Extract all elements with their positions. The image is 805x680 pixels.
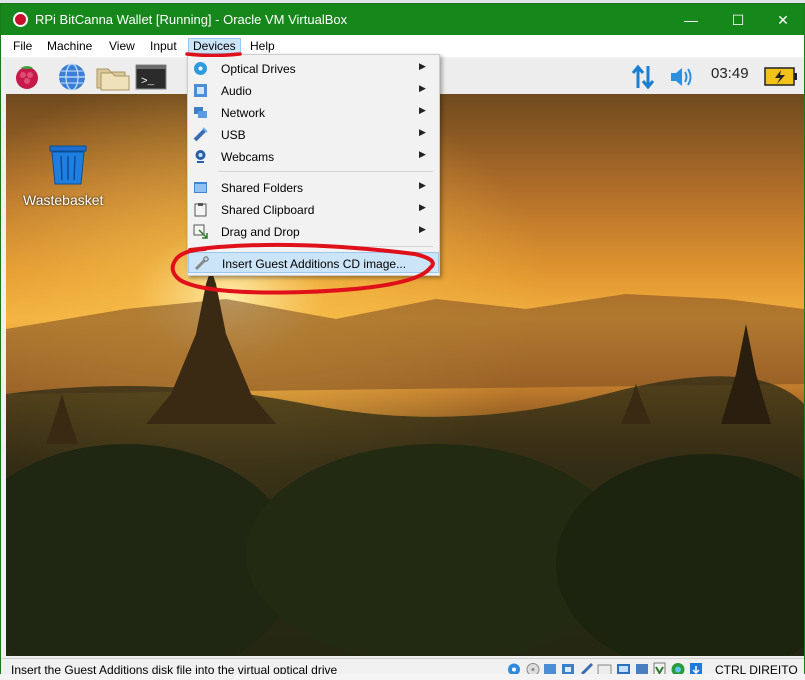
power-warning-icon[interactable] bbox=[764, 66, 798, 88]
terminal-icon[interactable]: >_ bbox=[135, 62, 167, 92]
menu-machine[interactable]: Machine bbox=[42, 38, 97, 54]
raspberry-menu-icon[interactable] bbox=[12, 62, 42, 92]
host-background-bottom bbox=[0, 674, 805, 680]
virtualbox-app-icon bbox=[13, 12, 28, 27]
webcam-icon bbox=[195, 150, 206, 163]
cd-insert-icon bbox=[194, 256, 209, 271]
optical-drive-icon bbox=[194, 62, 207, 75]
menu-item-drag-and-drop[interactable]: Drag and Drop ▶ bbox=[188, 221, 439, 242]
submenu-arrow-icon: ▶ bbox=[419, 180, 426, 190]
menu-item-shared-clipboard[interactable]: Shared Clipboard ▶ bbox=[188, 199, 439, 220]
devices-menu: Optical Drives ▶ Audio ▶ Network ▶ USB ▶… bbox=[187, 54, 440, 276]
menu-item-network[interactable]: Network ▶ bbox=[188, 102, 439, 123]
submenu-arrow-icon: ▶ bbox=[419, 202, 426, 212]
menu-item-audio[interactable]: Audio ▶ bbox=[188, 80, 439, 101]
menu-item-label: Shared Folders bbox=[221, 181, 304, 195]
menu-item-label: Insert Guest Additions CD image... bbox=[222, 257, 407, 271]
annotation-underline bbox=[185, 52, 242, 57]
menu-separator bbox=[218, 171, 433, 172]
audio-icon bbox=[194, 84, 207, 97]
maximize-button[interactable]: ☐ bbox=[718, 8, 758, 32]
clipboard-icon bbox=[194, 203, 207, 217]
shared-folder-icon bbox=[194, 182, 207, 193]
menu-item-label: Drag and Drop bbox=[221, 225, 300, 239]
menu-item-optical-drives[interactable]: Optical Drives ▶ bbox=[188, 58, 439, 79]
terminal-prompt-glyph: >_ bbox=[141, 76, 155, 88]
menu-file[interactable]: File bbox=[8, 38, 37, 54]
network-icon bbox=[194, 107, 207, 118]
menu-item-label: Optical Drives bbox=[221, 62, 296, 76]
usb-icon bbox=[193, 127, 208, 142]
menu-item-label: Audio bbox=[221, 84, 252, 98]
menu-separator bbox=[218, 246, 433, 247]
drag-drop-icon bbox=[193, 224, 208, 239]
file-manager-icon[interactable] bbox=[95, 62, 131, 92]
submenu-arrow-icon: ▶ bbox=[419, 224, 426, 234]
submenu-arrow-icon: ▶ bbox=[419, 83, 426, 93]
window-title: RPi BitCanna Wallet [Running] - Oracle V… bbox=[35, 12, 348, 27]
close-button[interactable]: ✕ bbox=[763, 8, 803, 32]
menu-item-label: Network bbox=[221, 106, 266, 120]
menu-item-webcams[interactable]: Webcams ▶ bbox=[188, 146, 439, 167]
menu-view[interactable]: View bbox=[104, 38, 140, 54]
volume-icon[interactable] bbox=[667, 62, 697, 92]
menu-item-shared-folders[interactable]: Shared Folders ▶ bbox=[188, 177, 439, 198]
minimize-button[interactable]: — bbox=[671, 8, 711, 32]
menu-item-label: Webcams bbox=[221, 150, 275, 164]
menu-item-label: Shared Clipboard bbox=[221, 203, 315, 217]
menu-item-insert-guest-additions[interactable]: Insert Guest Additions CD image... bbox=[188, 252, 439, 273]
display-status-icon[interactable] bbox=[617, 664, 630, 674]
submenu-arrow-icon: ▶ bbox=[419, 127, 426, 137]
menu-item-usb[interactable]: USB ▶ bbox=[188, 124, 439, 145]
submenu-arrow-icon: ▶ bbox=[419, 105, 426, 115]
network-transfer-icon[interactable] bbox=[630, 62, 656, 92]
submenu-arrow-icon: ▶ bbox=[419, 149, 426, 159]
usb-status-icon[interactable] bbox=[580, 662, 594, 676]
web-browser-icon[interactable] bbox=[57, 62, 87, 92]
menu-item-label: USB bbox=[221, 128, 246, 142]
wastebasket-icon[interactable] bbox=[46, 145, 90, 185]
submenu-arrow-icon: ▶ bbox=[419, 61, 426, 71]
taskbar-clock[interactable]: 03:49 bbox=[711, 65, 749, 82]
title-bar: RPi BitCanna Wallet [Running] - Oracle V… bbox=[1, 4, 804, 35]
menu-input[interactable]: Input bbox=[145, 38, 182, 54]
wastebasket-label[interactable]: Wastebasket bbox=[23, 192, 103, 208]
menu-help[interactable]: Help bbox=[245, 38, 280, 54]
